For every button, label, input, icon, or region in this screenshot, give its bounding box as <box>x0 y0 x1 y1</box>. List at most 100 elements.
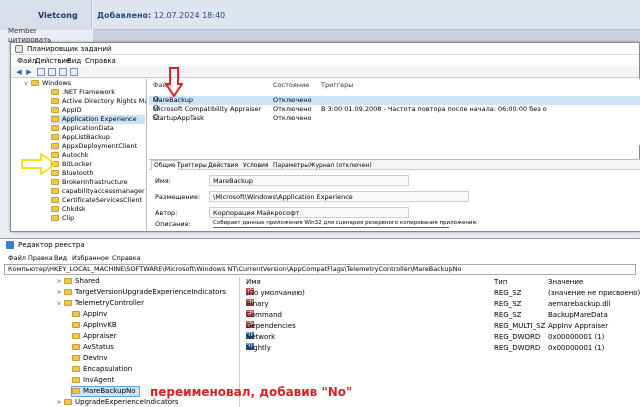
tab-conditions[interactable]: Условия <box>243 162 269 169</box>
yellow-arrow-icon <box>21 153 57 175</box>
forum-post-header: Добавлено: 12.07.2024 18:40 <box>93 0 640 30</box>
tree-item[interactable]: Clip <box>51 214 74 223</box>
chevron-right-icon[interactable]: > <box>56 288 62 297</box>
column-header-name[interactable]: Имя <box>246 278 261 286</box>
folder-icon <box>51 188 59 194</box>
folder-icon <box>72 377 80 383</box>
tree-item[interactable]: > UpgradeExperienceIndicators <box>56 398 178 407</box>
tree-item-telemetry-controller[interactable]: v TelemetryController <box>56 299 144 308</box>
tree-item[interactable]: ApplicationData <box>51 124 114 133</box>
post-date: Добавлено: 12.07.2024 18:40 <box>97 11 226 20</box>
folder-icon <box>51 89 59 95</box>
folder-icon <box>72 311 80 317</box>
folder-icon <box>72 355 80 361</box>
task-row-marebackup[interactable]: MareBackup Отключено <box>149 96 640 105</box>
tab-history[interactable]: Журнал (отключен) <box>309 162 372 169</box>
folder-icon <box>31 80 39 86</box>
tree-item[interactable]: BrokerInfrastructure <box>51 178 128 187</box>
task-details-panel: Общие Триггеры Действия Условия Параметр… <box>149 159 640 231</box>
folder-icon <box>51 107 59 113</box>
menu-favorites[interactable]: Избранное <box>72 254 109 262</box>
task-row[interactable]: StartupAppTask Отключено <box>149 114 640 123</box>
registry-menubar: Файл Правка Вид Избранное Справка <box>0 252 640 263</box>
folder-icon <box>72 333 80 339</box>
menu-file[interactable]: Файл <box>17 57 36 65</box>
tree-item[interactable]: capabilityaccessmanager <box>51 187 145 196</box>
column-header-type[interactable]: Тип <box>494 278 507 286</box>
details-tabs: Общие Триггеры Действия Условия Параметр… <box>149 160 640 170</box>
tree-item[interactable]: Encapsulation <box>72 365 132 374</box>
properties-icon[interactable] <box>59 68 67 76</box>
folder-icon <box>72 344 80 350</box>
menu-help[interactable]: Справка <box>112 254 141 262</box>
show-tree-icon[interactable] <box>48 68 56 76</box>
tree-item[interactable]: Active Directory Rights Mana <box>51 97 146 106</box>
value-row[interactable]: ab Dependencies REG_MULTI_SZ AppInv Appra… <box>242 321 640 332</box>
column-header-status[interactable]: Состояние <box>273 81 309 89</box>
address-bar[interactable]: Компьютер\HKEY_LOCAL_MACHINE\SOFTWARE\Mi… <box>4 264 636 275</box>
forum-user-panel: Vietcong <box>0 0 92 30</box>
folder-icon <box>72 322 80 328</box>
value-row[interactable]: ab (По умолчанию) REG_SZ (значение не при… <box>242 288 640 299</box>
folder-icon <box>51 215 59 221</box>
tree-item[interactable]: BitLocker <box>51 160 92 169</box>
tree-item-marebackupno[interactable]: MareBackupNo <box>71 386 140 397</box>
registry-values-list: Имя Тип Значение ab (По умолчанию) REG_SZ… <box>242 277 640 377</box>
tree-item[interactable]: AppInvKB <box>72 321 117 330</box>
column-header-triggers[interactable]: Триггеры <box>321 81 353 89</box>
tree-item[interactable]: Appraiser <box>72 332 117 341</box>
tree-item-application-experience[interactable]: Application Experience <box>51 115 145 124</box>
tree-item[interactable]: > TargetVersionUpgradeExperienceIndicator… <box>56 288 225 297</box>
folder-icon <box>72 388 80 394</box>
tree-item[interactable]: AvStatus <box>72 343 114 352</box>
tree-item[interactable]: DevInv <box>72 354 107 363</box>
menu-view[interactable]: Вид <box>54 254 67 262</box>
task-row[interactable]: Microsoft Compatibility Appraiser Отключ… <box>149 105 640 114</box>
value-row[interactable]: 01 Nightly REG_DWORD 0x00000001 (1) <box>242 343 640 354</box>
menu-view[interactable]: Вид <box>67 57 81 65</box>
forum-username[interactable]: Vietcong <box>38 11 78 20</box>
tab-general[interactable]: Общие <box>151 160 179 170</box>
tree-item[interactable]: > Shared <box>56 277 99 286</box>
column-header-value[interactable]: Значение <box>548 278 583 286</box>
tab-settings[interactable]: Параметры <box>273 162 309 169</box>
chevron-right-icon[interactable]: > <box>56 277 62 286</box>
tree-item[interactable]: AppxDeploymentClient <box>51 142 137 151</box>
tree-item[interactable]: AppID <box>51 106 82 115</box>
red-down-arrow-icon <box>165 67 183 97</box>
chevron-down-icon[interactable]: v <box>23 79 29 88</box>
tree-item[interactable]: InvAgent <box>72 376 114 385</box>
menu-file[interactable]: Файл <box>8 254 26 262</box>
folder-icon <box>64 300 72 306</box>
tab-actions[interactable]: Действия <box>208 162 238 169</box>
value-row[interactable]: 01 Network REG_DWORD 0x00000001 (1) <box>242 332 640 343</box>
menu-action[interactable]: Действие <box>35 57 70 65</box>
annotation-text: переименовал, добавив "No" <box>150 385 353 399</box>
tree-item[interactable]: AppInv <box>72 310 107 319</box>
folder-icon <box>64 289 72 295</box>
tree-item[interactable]: AppListBackup <box>51 133 110 142</box>
tree-item[interactable]: Chkdsk <box>51 205 86 214</box>
tree-item[interactable]: CertificateServicesClient <box>51 196 142 205</box>
tab-triggers[interactable]: Триггеры <box>177 162 207 169</box>
menu-edit[interactable]: Правка <box>28 254 53 262</box>
tree-item[interactable]: .NET Framework <box>51 88 115 97</box>
red-underline <box>213 227 449 228</box>
folder-icon <box>51 125 59 131</box>
task-scheduler-window: Планировщик заданий Файл Действие Вид Сп… <box>10 42 640 232</box>
value-row[interactable]: ab Binary REG_SZ aemarebackup.dll <box>242 299 640 310</box>
folder-icon <box>51 134 59 140</box>
folder-icon <box>51 206 59 212</box>
window-title: Планировщик заданий <box>27 45 112 53</box>
menu-help[interactable]: Справка <box>85 57 116 65</box>
value-row[interactable]: ab Command REG_SZ BackupMareData <box>242 310 640 321</box>
back-arrow-icon[interactable]: ◀ <box>15 68 23 76</box>
window-title: Редактор реестра <box>18 241 85 249</box>
tree-item-windows[interactable]: v Windows <box>23 79 71 88</box>
up-folder-icon[interactable] <box>37 68 45 76</box>
forward-arrow-icon[interactable]: ▶ <box>25 68 33 76</box>
chevron-right-icon[interactable]: > <box>56 398 62 407</box>
chevron-down-icon[interactable]: v <box>56 299 62 308</box>
tree-item[interactable]: Bluetooth <box>51 169 94 178</box>
help-icon[interactable] <box>70 68 78 76</box>
